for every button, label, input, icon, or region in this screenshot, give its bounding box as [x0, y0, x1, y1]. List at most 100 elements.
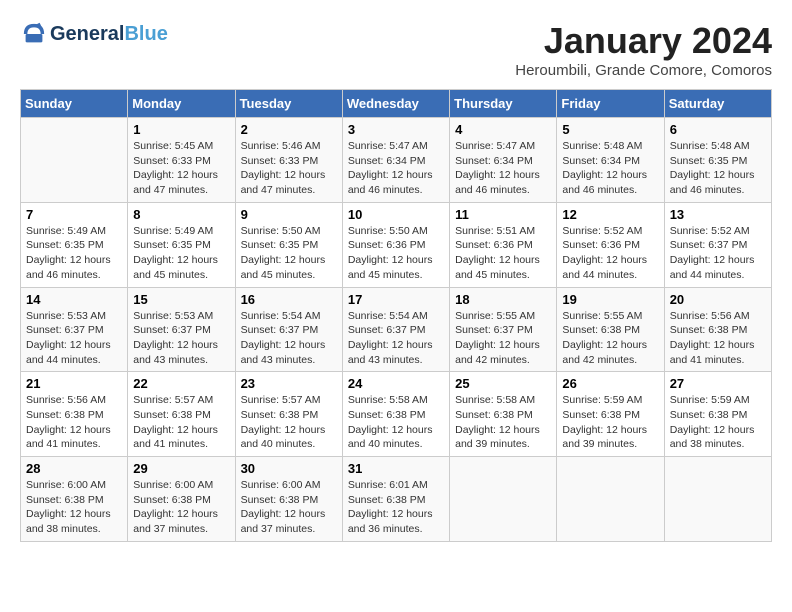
- day-info: Sunrise: 5:55 AM Sunset: 6:38 PM Dayligh…: [562, 309, 658, 368]
- calendar-cell: 17Sunrise: 5:54 AM Sunset: 6:37 PM Dayli…: [342, 287, 449, 372]
- day-number: 30: [241, 461, 337, 476]
- calendar-cell: 31 Sunrise: 6:01 AM Sunset: 6:38 PM Dayli…: [342, 457, 449, 542]
- day-number: 26: [562, 376, 658, 391]
- calendar-cell: 29 Sunrise: 6:00 AM Sunset: 6:38 PM Dayli…: [128, 457, 235, 542]
- calendar-cell: [21, 118, 128, 203]
- day-info: Sunrise: 5:57 AM Sunset: 6:38 PM Dayligh…: [133, 393, 229, 452]
- day-number: 23: [241, 376, 337, 391]
- calendar-cell: 16Sunrise: 5:54 AM Sunset: 6:37 PM Dayli…: [235, 287, 342, 372]
- day-number: 24: [348, 376, 444, 391]
- calendar-week-row: 7 Sunrise: 5:49 AM Sunset: 6:35 PM Daylig…: [21, 202, 772, 287]
- calendar-cell: 14Sunrise: 5:53 AM Sunset: 6:37 PM Dayli…: [21, 287, 128, 372]
- calendar-cell: 25 Sunrise: 5:58 AM Sunset: 6:38 PM Dayli…: [450, 372, 557, 457]
- day-number: 20: [670, 292, 766, 307]
- calendar-cell: [664, 457, 771, 542]
- calendar-cell: 3 Sunrise: 5:47 AM Sunset: 6:34 PM Daylig…: [342, 118, 449, 203]
- calendar-cell: 12 Sunrise: 5:52 AM Sunset: 6:36 PM Dayli…: [557, 202, 664, 287]
- day-number: 19: [562, 292, 658, 307]
- day-info: Sunrise: 5:48 AM Sunset: 6:35 PM Dayligh…: [670, 139, 766, 198]
- calendar-cell: 6Sunrise: 5:48 AM Sunset: 6:35 PM Daylig…: [664, 118, 771, 203]
- location-title: Heroumbili, Grande Comore, Comoros: [515, 62, 772, 79]
- calendar-cell: 18 Sunrise: 5:55 AM Sunset: 6:37 PM Dayli…: [450, 287, 557, 372]
- day-info: Sunrise: 5:52 AM Sunset: 6:36 PM Dayligh…: [562, 224, 658, 283]
- day-info: Sunrise: 5:49 AM Sunset: 6:35 PM Dayligh…: [26, 224, 122, 283]
- calendar-cell: 5 Sunrise: 5:48 AM Sunset: 6:34 PM Daylig…: [557, 118, 664, 203]
- day-info: Sunrise: 5:55 AM Sunset: 6:37 PM Dayligh…: [455, 309, 551, 368]
- day-info: Sunrise: 5:51 AM Sunset: 6:36 PM Dayligh…: [455, 224, 551, 283]
- calendar-cell: 4 Sunrise: 5:47 AM Sunset: 6:34 PM Daylig…: [450, 118, 557, 203]
- calendar-cell: 7 Sunrise: 5:49 AM Sunset: 6:35 PM Daylig…: [21, 202, 128, 287]
- calendar-week-row: 21Sunrise: 5:56 AM Sunset: 6:38 PM Dayli…: [21, 372, 772, 457]
- day-info: Sunrise: 5:53 AM Sunset: 6:37 PM Dayligh…: [133, 309, 229, 368]
- day-info: Sunrise: 5:48 AM Sunset: 6:34 PM Dayligh…: [562, 139, 658, 198]
- weekday-header: Tuesday: [235, 90, 342, 118]
- calendar-cell: 2 Sunrise: 5:46 AM Sunset: 6:33 PM Daylig…: [235, 118, 342, 203]
- day-number: 22: [133, 376, 229, 391]
- day-number: 12: [562, 207, 658, 222]
- calendar-week-row: 1 Sunrise: 5:45 AM Sunset: 6:33 PM Daylig…: [21, 118, 772, 203]
- day-info: Sunrise: 5:47 AM Sunset: 6:34 PM Dayligh…: [455, 139, 551, 198]
- day-number: 1: [133, 122, 229, 137]
- day-number: 10: [348, 207, 444, 222]
- day-number: 4: [455, 122, 551, 137]
- day-info: Sunrise: 5:54 AM Sunset: 6:37 PM Dayligh…: [241, 309, 337, 368]
- day-info: Sunrise: 6:00 AM Sunset: 6:38 PM Dayligh…: [133, 478, 229, 537]
- day-number: 13: [670, 207, 766, 222]
- day-info: Sunrise: 5:59 AM Sunset: 6:38 PM Dayligh…: [670, 393, 766, 452]
- day-number: 28: [26, 461, 122, 476]
- day-number: 15: [133, 292, 229, 307]
- logo-text: GeneralBlue: [50, 23, 168, 45]
- day-number: 18: [455, 292, 551, 307]
- calendar-cell: 21Sunrise: 5:56 AM Sunset: 6:38 PM Dayli…: [21, 372, 128, 457]
- day-number: 14: [26, 292, 122, 307]
- calendar-cell: 1 Sunrise: 5:45 AM Sunset: 6:33 PM Daylig…: [128, 118, 235, 203]
- calendar-cell: 19 Sunrise: 5:55 AM Sunset: 6:38 PM Dayli…: [557, 287, 664, 372]
- day-number: 11: [455, 207, 551, 222]
- month-title: January 2024: [515, 20, 772, 62]
- calendar-cell: 20 Sunrise: 5:56 AM Sunset: 6:38 PM Dayli…: [664, 287, 771, 372]
- calendar-cell: 11 Sunrise: 5:51 AM Sunset: 6:36 PM Dayli…: [450, 202, 557, 287]
- calendar-week-row: 28 Sunrise: 6:00 AM Sunset: 6:38 PM Dayli…: [21, 457, 772, 542]
- day-info: Sunrise: 5:59 AM Sunset: 6:38 PM Dayligh…: [562, 393, 658, 452]
- weekday-header: Sunday: [21, 90, 128, 118]
- weekday-header: Saturday: [664, 90, 771, 118]
- day-number: 3: [348, 122, 444, 137]
- calendar-cell: 8 Sunrise: 5:49 AM Sunset: 6:35 PM Daylig…: [128, 202, 235, 287]
- weekday-header: Monday: [128, 90, 235, 118]
- day-number: 2: [241, 122, 337, 137]
- day-info: Sunrise: 5:47 AM Sunset: 6:34 PM Dayligh…: [348, 139, 444, 198]
- calendar-cell: 15 Sunrise: 5:53 AM Sunset: 6:37 PM Dayli…: [128, 287, 235, 372]
- day-number: 29: [133, 461, 229, 476]
- day-info: Sunrise: 6:01 AM Sunset: 6:38 PM Dayligh…: [348, 478, 444, 537]
- day-number: 5: [562, 122, 658, 137]
- logo-icon: [20, 20, 48, 48]
- day-info: Sunrise: 5:50 AM Sunset: 6:35 PM Dayligh…: [241, 224, 337, 283]
- calendar-cell: 24Sunrise: 5:58 AM Sunset: 6:38 PM Dayli…: [342, 372, 449, 457]
- calendar-cell: 28 Sunrise: 6:00 AM Sunset: 6:38 PM Dayli…: [21, 457, 128, 542]
- day-info: Sunrise: 5:45 AM Sunset: 6:33 PM Dayligh…: [133, 139, 229, 198]
- calendar-cell: 22 Sunrise: 5:57 AM Sunset: 6:38 PM Dayli…: [128, 372, 235, 457]
- day-number: 9: [241, 207, 337, 222]
- title-block: January 2024 Heroumbili, Grande Comore, …: [515, 20, 772, 79]
- day-info: Sunrise: 6:00 AM Sunset: 6:38 PM Dayligh…: [26, 478, 122, 537]
- day-number: 8: [133, 207, 229, 222]
- weekday-header: Friday: [557, 90, 664, 118]
- logo: GeneralBlue: [20, 20, 168, 48]
- calendar-cell: 30 Sunrise: 6:00 AM Sunset: 6:38 PM Dayli…: [235, 457, 342, 542]
- day-number: 7: [26, 207, 122, 222]
- calendar-cell: 27Sunrise: 5:59 AM Sunset: 6:38 PM Dayli…: [664, 372, 771, 457]
- calendar-cell: 26 Sunrise: 5:59 AM Sunset: 6:38 PM Dayli…: [557, 372, 664, 457]
- day-number: 25: [455, 376, 551, 391]
- weekday-header-row: SundayMondayTuesdayWednesdayThursdayFrid…: [21, 90, 772, 118]
- day-number: 17: [348, 292, 444, 307]
- day-info: Sunrise: 5:56 AM Sunset: 6:38 PM Dayligh…: [670, 309, 766, 368]
- day-info: Sunrise: 5:58 AM Sunset: 6:38 PM Dayligh…: [455, 393, 551, 452]
- day-info: Sunrise: 6:00 AM Sunset: 6:38 PM Dayligh…: [241, 478, 337, 537]
- weekday-header: Wednesday: [342, 90, 449, 118]
- calendar-cell: [450, 457, 557, 542]
- day-info: Sunrise: 5:46 AM Sunset: 6:33 PM Dayligh…: [241, 139, 337, 198]
- day-number: 31: [348, 461, 444, 476]
- day-info: Sunrise: 5:50 AM Sunset: 6:36 PM Dayligh…: [348, 224, 444, 283]
- day-info: Sunrise: 5:49 AM Sunset: 6:35 PM Dayligh…: [133, 224, 229, 283]
- weekday-header: Thursday: [450, 90, 557, 118]
